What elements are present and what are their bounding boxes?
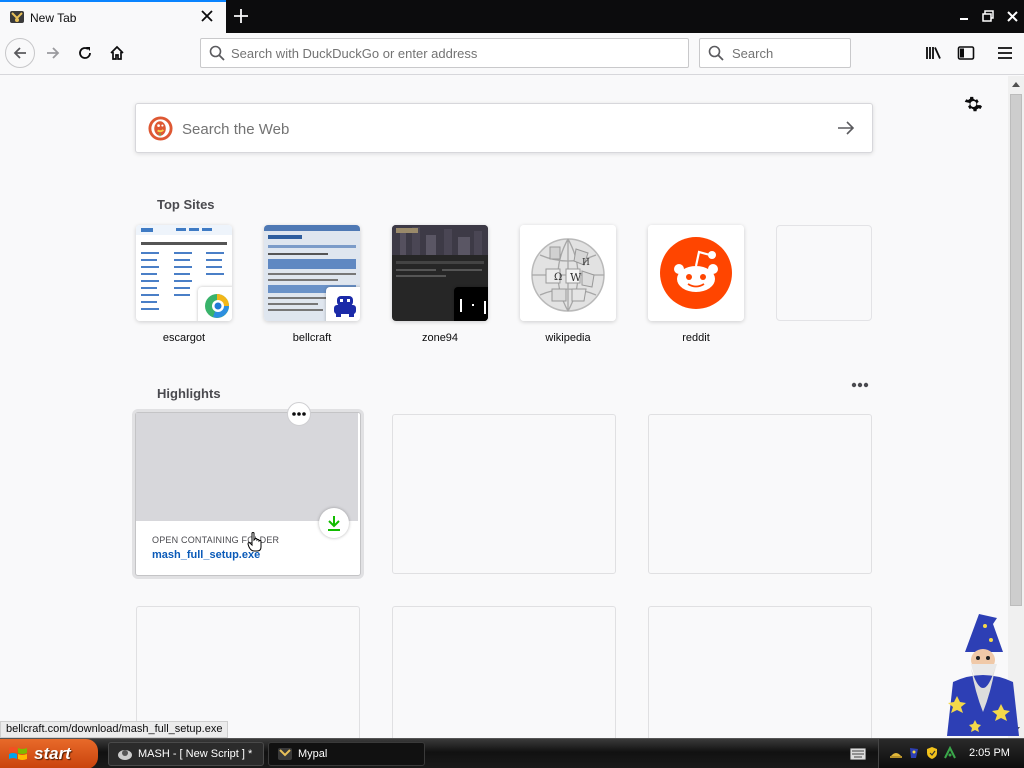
address-bar[interactable] bbox=[200, 38, 689, 68]
forward-button[interactable] bbox=[38, 38, 68, 68]
bellcraft-logo-icon bbox=[326, 287, 360, 321]
highlight-card-empty bbox=[392, 414, 616, 574]
scroll-up-arrow-icon[interactable] bbox=[1008, 76, 1024, 92]
site-thumbnail-placeholder bbox=[776, 225, 872, 321]
keyboard-icon[interactable] bbox=[850, 748, 866, 760]
windows-logo-icon bbox=[9, 747, 27, 760]
top-site-reddit[interactable]: reddit bbox=[648, 225, 744, 344]
duckduckgo-logo-icon bbox=[148, 116, 173, 141]
highlights-title: Highlights bbox=[157, 386, 221, 401]
taskbar-item-label: Mypal bbox=[298, 748, 328, 760]
reload-button[interactable] bbox=[70, 38, 100, 68]
start-label: start bbox=[34, 744, 71, 763]
close-window-button[interactable] bbox=[1001, 5, 1023, 27]
search-bar[interactable] bbox=[699, 38, 851, 68]
site-thumbnail: Ω W И bbox=[520, 225, 616, 321]
mash-app-icon bbox=[118, 750, 132, 760]
download-badge bbox=[319, 508, 349, 538]
search-icon bbox=[209, 45, 225, 61]
highlight-card-empty bbox=[648, 414, 872, 574]
address-input[interactable] bbox=[231, 45, 671, 61]
hamburger-menu-icon bbox=[998, 47, 1012, 59]
site-thumbnail bbox=[264, 225, 360, 321]
top-site-label: zone94 bbox=[421, 332, 459, 344]
home-icon bbox=[110, 45, 124, 60]
restore-button[interactable] bbox=[977, 5, 999, 27]
navigation-toolbar bbox=[0, 33, 1024, 75]
highlight-thumbnail bbox=[136, 413, 358, 521]
arrow-right-icon[interactable] bbox=[836, 118, 856, 138]
search-input[interactable] bbox=[732, 45, 842, 61]
taskbar-item-mash[interactable]: MASH - [ New Script ] * bbox=[108, 742, 264, 766]
top-site-label: bellcraft bbox=[292, 332, 332, 344]
gear-icon[interactable] bbox=[964, 95, 982, 113]
top-site-empty-slot[interactable] bbox=[776, 225, 872, 332]
tab-new-tab[interactable]: New Tab bbox=[0, 0, 226, 33]
edge-logo-icon bbox=[198, 287, 232, 321]
taskbar-item-label: MASH - [ New Script ] * bbox=[138, 748, 253, 760]
highlights-more-icon[interactable] bbox=[851, 382, 869, 388]
hand-cursor-icon bbox=[247, 532, 262, 552]
tab-strip: New Tab bbox=[0, 0, 1024, 33]
system-tray: 2:05 PM bbox=[878, 739, 1024, 768]
reload-icon bbox=[79, 47, 91, 59]
close-tab-icon[interactable] bbox=[198, 7, 216, 25]
lamp-tray-icon[interactable] bbox=[889, 746, 903, 760]
site-thumbnail bbox=[648, 225, 744, 321]
taskbar-clock[interactable]: 2:05 PM bbox=[969, 747, 1010, 759]
security-shield-icon[interactable] bbox=[925, 746, 939, 760]
svg-text:W: W bbox=[570, 271, 582, 284]
sidebar-toggle-button[interactable] bbox=[953, 40, 979, 66]
top-sites-title: Top Sites bbox=[157, 197, 215, 212]
scrollbar-thumb[interactable] bbox=[1010, 94, 1022, 606]
sidebar-icon bbox=[957, 46, 975, 60]
new-tab-page: Top Sites bbox=[0, 76, 1008, 738]
download-filename[interactable]: mash_full_setup.exe bbox=[152, 549, 260, 561]
top-site-bellcraft[interactable]: bellcraft bbox=[264, 225, 360, 344]
web-search-input[interactable] bbox=[182, 119, 802, 139]
status-url: bellcraft.com/download/mash_full_setup.e… bbox=[0, 721, 229, 738]
zone94-logo-icon bbox=[454, 287, 488, 321]
home-button[interactable] bbox=[102, 38, 132, 68]
reddit-logo-icon bbox=[648, 225, 744, 321]
forward-arrow-icon bbox=[47, 47, 60, 59]
top-site-zone94[interactable]: zone94 bbox=[392, 225, 488, 344]
highlight-card-empty bbox=[136, 606, 360, 738]
top-site-label: escargot bbox=[162, 332, 206, 344]
top-site-label: wikipedia bbox=[545, 332, 591, 344]
network-tray-icon[interactable] bbox=[943, 746, 957, 760]
menu-button[interactable] bbox=[992, 40, 1018, 66]
card-context-menu-button[interactable] bbox=[287, 402, 311, 426]
svg-text:Ω: Ω bbox=[554, 272, 562, 283]
taskbar-item-mypal[interactable]: Mypal bbox=[268, 742, 425, 766]
search-icon bbox=[708, 45, 724, 61]
highlight-card-empty bbox=[392, 606, 616, 738]
wizard-assistant-icon[interactable] bbox=[945, 612, 1021, 738]
start-button[interactable]: start bbox=[0, 739, 98, 768]
download-icon bbox=[328, 516, 340, 531]
agent-tray-icon[interactable] bbox=[907, 746, 921, 760]
browser-favicon-icon bbox=[10, 11, 24, 23]
back-arrow-icon bbox=[13, 47, 26, 59]
svg-text:И: И bbox=[582, 258, 590, 268]
site-thumbnail bbox=[136, 225, 232, 321]
more-dots-icon bbox=[292, 412, 306, 416]
new-tab-button[interactable] bbox=[228, 4, 254, 28]
library-button[interactable] bbox=[921, 40, 947, 66]
highlight-card-empty bbox=[648, 606, 872, 738]
minimize-button[interactable] bbox=[953, 5, 975, 27]
web-search-box[interactable] bbox=[135, 103, 873, 153]
site-thumbnail bbox=[392, 225, 488, 321]
library-icon bbox=[926, 47, 941, 59]
tab-title: New Tab bbox=[30, 11, 77, 25]
wikipedia-globe-icon: Ω W И bbox=[520, 225, 616, 321]
mypal-app-icon bbox=[278, 748, 292, 760]
back-button[interactable] bbox=[5, 38, 35, 68]
top-site-escargot[interactable]: escargot bbox=[136, 225, 232, 344]
top-site-wikipedia[interactable]: Ω W И wikipedia bbox=[520, 225, 616, 344]
top-site-label: reddit bbox=[682, 332, 710, 344]
taskbar: start MASH - [ New Script ] * Mypal 2:05… bbox=[0, 738, 1024, 768]
